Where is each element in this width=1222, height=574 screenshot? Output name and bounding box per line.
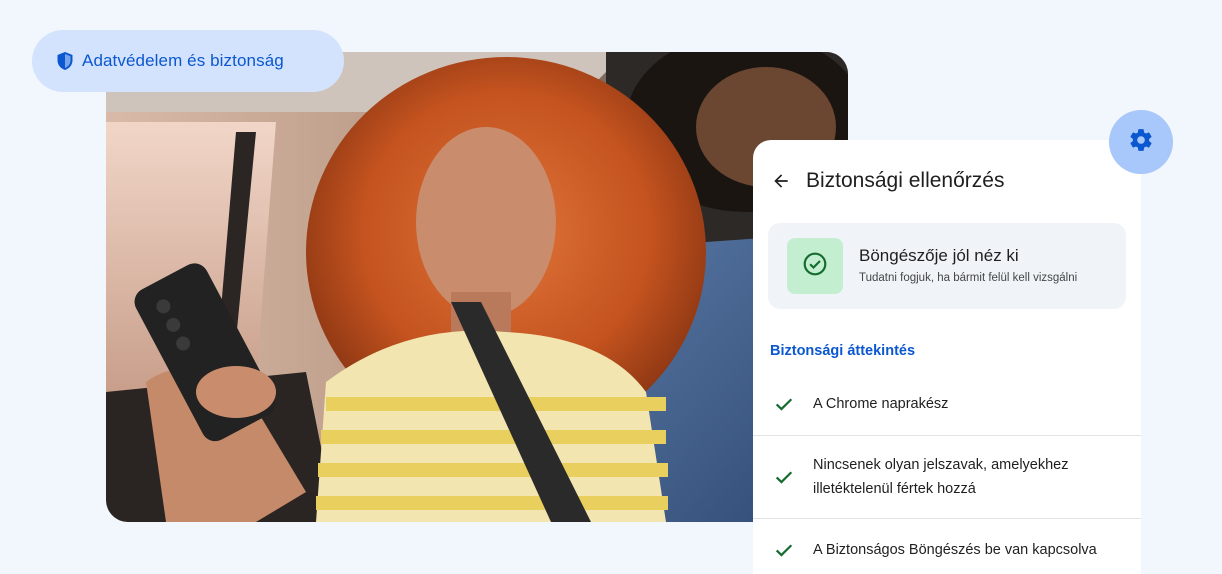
panel-header: Biztonsági ellenőrzés xyxy=(753,166,1141,196)
hero-photo xyxy=(106,52,848,522)
arrow-back-icon[interactable] xyxy=(770,170,792,192)
settings-button[interactable] xyxy=(1109,110,1173,174)
list-item-label: Nincsenek olyan jelszavak, amelyekhez il… xyxy=(813,453,1069,501)
status-subtitle: Tudatni fogjuk, ha bármit felül kell viz… xyxy=(859,272,1078,284)
divider xyxy=(753,518,1141,519)
check-icon xyxy=(772,392,796,416)
check-icon xyxy=(772,465,796,489)
check-icon xyxy=(772,538,796,562)
list-item[interactable]: A Biztonságos Böngészés be van kapcsolva xyxy=(753,538,1141,562)
section-title: Biztonsági áttekintés xyxy=(770,343,916,359)
list-item-label: A Biztonságos Böngészés be van kapcsolva xyxy=(813,542,1097,558)
list-item[interactable]: Nincsenek olyan jelszavak, amelyekhez il… xyxy=(753,453,1141,501)
list-item-label: A Chrome naprakész xyxy=(813,396,949,412)
status-title: Böngészője jól néz ki xyxy=(859,246,1019,265)
gear-icon xyxy=(1128,127,1154,158)
list-item-label-line2: illetéktelenül fértek hozzá xyxy=(813,481,976,497)
list-item-label-line1: Nincsenek olyan jelszavak, amelyekhez xyxy=(813,457,1069,473)
privacy-security-badge: Adatvédelem és biztonság xyxy=(32,30,344,92)
status-card: Böngészője jól néz ki Tudatni fogjuk, ha… xyxy=(768,223,1126,309)
page-title: Biztonsági ellenőrzés xyxy=(806,169,1005,192)
status-icon-box xyxy=(787,238,843,294)
shield-icon xyxy=(56,51,74,71)
safety-check-panel: Biztonsági ellenőrzés Böngészője jól néz… xyxy=(753,140,1141,574)
check-circle-icon xyxy=(802,251,828,282)
privacy-security-label: Adatvédelem és biztonság xyxy=(82,51,284,70)
hero-photo-illustration xyxy=(106,52,848,522)
divider xyxy=(753,435,1141,436)
list-item[interactable]: A Chrome naprakész xyxy=(753,392,1141,416)
